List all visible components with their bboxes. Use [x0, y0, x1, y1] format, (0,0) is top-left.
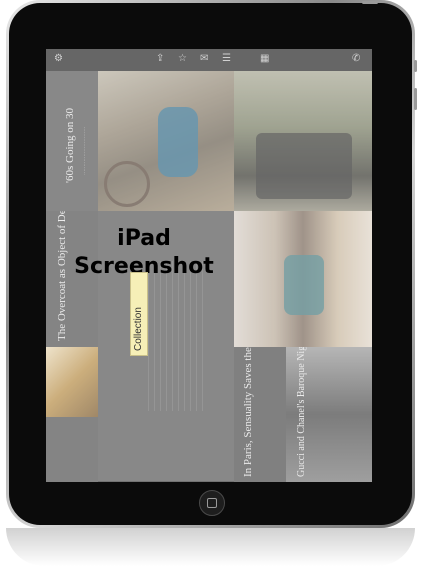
- collection-tooltip: Collection: [130, 272, 148, 356]
- photo-handbag: [46, 347, 98, 417]
- phone-icon[interactable]: ✆: [352, 53, 360, 65]
- story-cell-8-photo[interactable]: Gucci and Chanel's Baroque Nights: [286, 347, 372, 482]
- list-icon[interactable]: ☰: [222, 53, 231, 65]
- power-button: [362, 1, 378, 4]
- home-square-icon: [207, 498, 217, 508]
- settings-icon[interactable]: ⚙: [54, 53, 63, 65]
- home-button[interactable]: [199, 490, 225, 516]
- story-cell-7-text[interactable]: In Paris, Sensuality Saves the Day: [234, 347, 286, 482]
- story-title-3[interactable]: In Paris, Sensuality Saves the Day: [242, 347, 254, 477]
- story-title-4[interactable]: Gucci and Chanel's Baroque Nights: [296, 347, 307, 477]
- volume-down-button: [414, 88, 417, 110]
- story-cell-5-photo[interactable]: [234, 211, 372, 347]
- mail-icon[interactable]: ✉: [200, 53, 208, 65]
- photo-model-dress: [284, 255, 324, 315]
- story-cell-2-photo[interactable]: [234, 71, 372, 211]
- banner-line-1: iPad: [117, 226, 171, 251]
- share-icon[interactable]: ⇪: [156, 53, 164, 65]
- story-cell-6-text[interactable]: [46, 417, 98, 482]
- device-reflection: [6, 528, 415, 566]
- tooltip-text: Collection: [133, 307, 144, 351]
- volume-up-button: [414, 60, 417, 72]
- photo-bicycle-figure: [158, 107, 198, 177]
- story-title-1[interactable]: '60s Going on 30: [64, 108, 76, 183]
- story-meta-1: ·····························: [82, 126, 88, 175]
- photo-park-figures: [256, 133, 352, 199]
- grid-icon[interactable]: ▦: [260, 53, 269, 65]
- star-icon[interactable]: ☆: [178, 53, 187, 65]
- story-cell-6-photo[interactable]: [46, 347, 98, 417]
- app-toolbar: ⚙ ⇪ ☆ ✉ ☰ ▦ ✆: [46, 49, 372, 71]
